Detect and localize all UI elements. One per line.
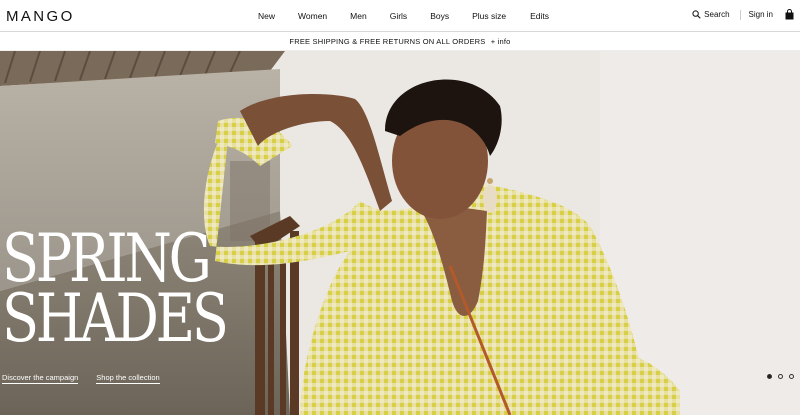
discover-campaign-link[interactable]: Discover the campaign: [2, 373, 79, 384]
search-button[interactable]: Search: [692, 10, 730, 19]
hero-headline: SPRING SHADES: [2, 226, 229, 357]
nav-item-men[interactable]: Men: [350, 11, 367, 21]
sign-in-link[interactable]: Sign in: [749, 10, 773, 19]
search-label: Search: [704, 10, 730, 19]
promo-text: FREE SHIPPING & FREE RETURNS ON ALL ORDE…: [289, 37, 486, 46]
site-header: MANGO New Women Men Girls Boys Plus size…: [0, 0, 800, 32]
shop-collection-link[interactable]: Shop the collection: [96, 373, 160, 384]
promo-bar: FREE SHIPPING & FREE RETURNS ON ALL ORDE…: [0, 32, 800, 51]
search-icon: [692, 10, 701, 19]
nav-item-new[interactable]: New: [258, 11, 275, 21]
carousel-dot-3[interactable]: [789, 374, 794, 379]
nav-item-plus-size[interactable]: Plus size: [472, 11, 506, 21]
headline-line-2: SHADES: [2, 280, 229, 357]
nav-item-girls[interactable]: Girls: [390, 11, 407, 21]
hero-banner[interactable]: SPRING SHADES Discover the campaign Shop…: [0, 51, 800, 415]
promo-info-link[interactable]: + info: [491, 37, 511, 46]
hero-ctas: Discover the campaign Shop the collectio…: [2, 373, 160, 384]
divider: [739, 9, 741, 20]
carousel-dot-1[interactable]: [767, 374, 772, 379]
shopping-bag-button[interactable]: [785, 9, 794, 20]
main-nav: New Women Men Girls Boys Plus size Edits: [258, 11, 549, 21]
carousel-dots: [767, 374, 794, 379]
shopping-bag-icon: [785, 9, 794, 20]
header-tools: Search Sign in: [692, 9, 794, 20]
nav-item-edits[interactable]: Edits: [530, 11, 549, 21]
carousel-dot-2[interactable]: [778, 374, 783, 379]
brand-logo[interactable]: MANGO: [6, 8, 75, 25]
nav-item-women[interactable]: Women: [298, 11, 327, 21]
nav-item-boys[interactable]: Boys: [430, 11, 449, 21]
